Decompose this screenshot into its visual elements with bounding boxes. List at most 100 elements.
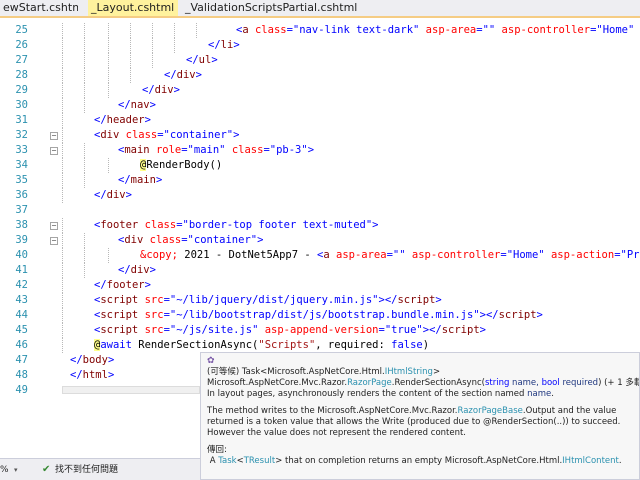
code-token: </ xyxy=(94,189,107,201)
indent-guide xyxy=(84,23,85,38)
code-token: </ xyxy=(94,114,107,126)
indent-guide xyxy=(108,158,109,173)
code-token: > xyxy=(144,114,151,126)
code-line[interactable]: 37 xyxy=(0,203,640,218)
code-token: src xyxy=(138,294,164,306)
code-token: ="Home" xyxy=(500,249,545,261)
code-line[interactable]: 38 − <footer class="border-top footer text… xyxy=(0,218,640,233)
indent-guide xyxy=(152,23,153,38)
ihtmlstring-link[interactable]: IHtmlString xyxy=(385,367,433,377)
task-link[interactable]: Task xyxy=(218,456,236,466)
code-line[interactable]: 31 </header> xyxy=(0,113,640,128)
code-token: > xyxy=(144,279,151,291)
collapse-toggle-icon[interactable]: − xyxy=(50,237,58,245)
line-number: 41 xyxy=(15,264,28,276)
code-token: div xyxy=(176,69,196,81)
tooltip-signature-line1: (可等候) Task<Microsoft.AspNetCore.Html.IHt… xyxy=(207,367,441,377)
code-line[interactable]: 39 − <div class="container"> xyxy=(0,233,640,248)
razorpage-link[interactable]: RazorPage xyxy=(347,378,392,388)
code-text: &copy; 2021 - DotNet5App7 - <a asp-area=… xyxy=(140,248,640,263)
tab-viewstart[interactable]: ewStart.cshtml xyxy=(0,0,78,16)
code-token: ="~/lib/bootstrap/dist/js/bootstrap.bund… xyxy=(163,309,499,321)
line-number: 34 xyxy=(15,159,28,171)
zoom-level[interactable]: % xyxy=(0,459,9,480)
indent-guide xyxy=(84,173,85,188)
code-line[interactable]: 28 </div> xyxy=(0,68,640,83)
code-token: ="main" xyxy=(181,144,226,156)
code-token: await xyxy=(100,339,132,351)
tresult-link[interactable]: TResult xyxy=(244,456,275,466)
code-text: </div> xyxy=(164,68,202,83)
line-number: 33 xyxy=(15,144,28,156)
quick-info-tooltip: ✿ (可等候) Task<Microsoft.AspNetCore.Html.I… xyxy=(200,352,640,480)
chevron-down-icon[interactable]: ▾ xyxy=(14,459,18,480)
code-token: ul xyxy=(198,54,212,66)
code-token: div xyxy=(130,264,150,276)
code-line[interactable]: 32 − <div class="container"> xyxy=(0,128,640,143)
code-token: </ xyxy=(118,264,131,276)
method-icon: ✿ xyxy=(207,356,215,366)
code-text: </div> xyxy=(142,83,180,98)
code-token: asp-append-version xyxy=(258,324,379,336)
code-line[interactable]: 25 <a class="nav-link text-dark" asp-area… xyxy=(0,23,640,38)
code-token: ="Home" xyxy=(590,24,635,36)
code-token: class xyxy=(138,219,177,231)
code-token: RenderBody() xyxy=(146,159,223,171)
tooltip-returns-label: 傳回: xyxy=(207,445,227,455)
code-line[interactable]: 34 @RenderBody() xyxy=(0,158,640,173)
code-token: main xyxy=(130,174,156,186)
code-token: </ xyxy=(118,99,131,111)
tab-validation-scripts[interactable]: _ValidationScriptsPartial.cshtml xyxy=(182,0,382,16)
indent-guide xyxy=(84,233,85,248)
issues-status-text[interactable]: 找不到任何問題 xyxy=(55,459,118,480)
ihtmlcontent-link[interactable]: IHtmlContent xyxy=(562,456,619,466)
indent-guide xyxy=(84,248,85,263)
code-line[interactable]: 44 <script src="~/lib/bootstrap/dist/js/b… xyxy=(0,308,640,323)
tab-layout[interactable]: _Layout.cshtml xyxy=(88,0,178,16)
collapse-toggle-icon[interactable]: − xyxy=(50,147,58,155)
code-text: </div> xyxy=(94,188,132,203)
line-number: 28 xyxy=(15,69,28,81)
code-line[interactable]: 26 </li> xyxy=(0,38,640,53)
code-token: ="true"></ xyxy=(378,324,442,336)
code-text: <script src="~/lib/bootstrap/dist/js/boo… xyxy=(94,308,543,323)
razorpagebase-link[interactable]: RazorPageBase xyxy=(458,406,523,416)
code-token: ="~/lib/jquery/dist/jquery.min.js"></ xyxy=(163,294,398,306)
code-line[interactable]: 29 </div> xyxy=(0,83,640,98)
code-token: asp-controller xyxy=(495,24,591,36)
code-line[interactable]: 45 <script src="~/js/site.js" asp-append-… xyxy=(0,323,640,338)
line-number: 31 xyxy=(15,114,28,126)
code-token: > xyxy=(149,99,156,111)
code-line[interactable]: 33 − <main role="main" class="pb-3"> xyxy=(0,143,640,158)
code-line[interactable]: 41 </div> xyxy=(0,263,640,278)
code-token: </ xyxy=(186,54,199,66)
code-line[interactable]: 42 </footer> xyxy=(0,278,640,293)
code-line[interactable]: 46 @await RenderSectionAsync("Scripts", r… xyxy=(0,338,640,353)
indent-guide xyxy=(130,53,131,68)
code-text: </footer> xyxy=(94,278,151,293)
code-token: > xyxy=(435,294,442,306)
line-number: 32 xyxy=(15,129,28,141)
code-token: > xyxy=(173,84,180,96)
code-token: ="" xyxy=(386,249,406,261)
collapse-toggle-icon[interactable]: − xyxy=(50,132,58,140)
code-line[interactable]: 27 </ul> xyxy=(0,53,640,68)
code-text: </li> xyxy=(208,38,240,53)
horizontal-scrollbar[interactable] xyxy=(62,386,200,394)
code-line[interactable]: 35 </main> xyxy=(0,173,640,188)
indent-guide xyxy=(152,53,153,68)
code-line[interactable]: 43 <script src="~/lib/jquery/dist/jquery.… xyxy=(0,293,640,308)
indent-guide xyxy=(130,38,131,53)
tooltip-returns: A Task<TResult> that on completion retur… xyxy=(209,456,622,466)
collapse-toggle-icon[interactable]: − xyxy=(50,222,58,230)
indent-guide xyxy=(62,158,63,173)
code-text: </main> xyxy=(118,173,162,188)
code-token: ="container"> xyxy=(181,234,264,246)
code-token: ="pb-3"> xyxy=(263,144,315,156)
code-line[interactable]: 40 &copy; 2021 - DotNet5App7 - <a asp-are… xyxy=(0,248,640,263)
indent-guide xyxy=(62,53,63,68)
indent-guide xyxy=(108,38,109,53)
code-line[interactable]: 30 </nav> xyxy=(0,98,640,113)
code-line[interactable]: 36 </div> xyxy=(0,188,640,203)
code-token: html xyxy=(82,369,108,381)
